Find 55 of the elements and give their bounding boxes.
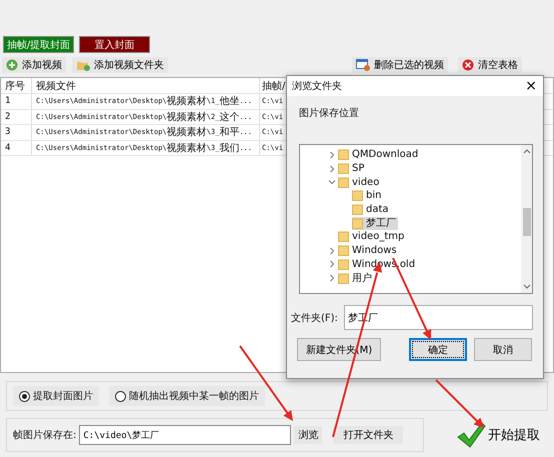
tree-item[interactable]: 梦工厂 (352, 216, 398, 230)
toolbar-button[interactable]: 添加视频文件夹 (72, 57, 168, 73)
scroll-up-icon[interactable] (522, 148, 530, 154)
toolbar-button[interactable]: 清空表格 (458, 57, 522, 73)
save-label: 帧图片保存在: (13, 428, 76, 442)
tree-item[interactable]: data (352, 202, 391, 216)
table-cell: 4 (1, 140, 32, 155)
column-header: 序号 (1, 78, 32, 93)
table-cell: 1 (1, 94, 32, 108)
dialog-button[interactable]: 确定 (409, 338, 467, 361)
folder-icon (352, 218, 363, 229)
close-button[interactable]: × (519, 78, 543, 94)
window-delete-icon (356, 59, 370, 71)
add-icon (6, 59, 18, 71)
clear-icon (462, 59, 474, 71)
annotation-arrow (435, 379, 484, 428)
folder-icon (338, 163, 349, 174)
tree-item[interactable]: SP (338, 162, 366, 176)
tree-item[interactable]: 用户 (338, 271, 374, 285)
radio-option[interactable]: 随机抽出视频中某一帧的图片 (109, 386, 265, 406)
radio-button[interactable] (115, 390, 126, 402)
table-cell: 2 (1, 110, 32, 124)
radio-option[interactable]: 提取封面图片 (13, 386, 99, 406)
tree-item[interactable]: video_tmp (338, 230, 406, 244)
scroll-down-icon[interactable] (522, 284, 530, 290)
scrollbar[interactable] (521, 145, 532, 293)
column-header: 视频文件 (32, 78, 260, 93)
tree-item[interactable]: bin (352, 189, 384, 203)
folder-icon (338, 149, 349, 160)
toolbar-button[interactable]: 删除已选的视频 (352, 57, 448, 73)
folder-icon (338, 272, 349, 284)
chevron-icon[interactable] (328, 178, 338, 186)
path-field[interactable]: C:\video\梦工厂 (79, 425, 292, 445)
table-cell: 3 (1, 125, 32, 140)
tree-item[interactable]: QMDownload (338, 148, 420, 162)
scroll-thumb[interactable] (522, 208, 530, 236)
folder-icon (352, 204, 363, 216)
tree-item[interactable]: Windows (338, 244, 399, 258)
checkmark-icon (456, 421, 486, 449)
folder-icon (338, 231, 349, 242)
folder-icon (352, 190, 363, 202)
browse-button[interactable]: 浏览 (294, 426, 322, 444)
tab-button[interactable]: 置入封面 (79, 36, 150, 53)
tab-button[interactable]: 抽帧/提取封面 (3, 36, 74, 53)
dialog-button[interactable]: 取消 (474, 338, 532, 361)
folder-add-icon (76, 59, 90, 71)
folder-icon (338, 245, 349, 256)
open-folder-button[interactable]: 打开文件夹 (333, 426, 404, 444)
tree-item[interactable]: video (338, 175, 382, 189)
folder-label: 文件夹(F): (291, 312, 338, 324)
folder-icon (338, 258, 349, 270)
toolbar-button[interactable]: 添加视频 (2, 57, 66, 73)
radio-button[interactable] (19, 390, 30, 402)
start-button[interactable]: 开始提取 (456, 421, 540, 449)
folder-icon (338, 176, 349, 188)
